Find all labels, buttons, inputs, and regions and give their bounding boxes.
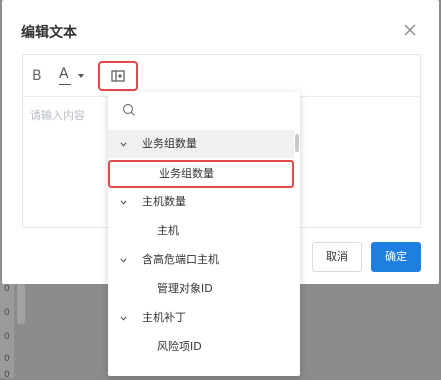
bold-button[interactable]: B [32, 68, 42, 84]
background-side-strip: 0 0 0 0 0 [0, 282, 14, 380]
dropdown-item-label: 管理对象ID [157, 282, 213, 295]
font-color-label: A [59, 66, 69, 82]
search-icon [122, 103, 135, 116]
side-number: 0 [4, 354, 10, 364]
insert-variable-button[interactable] [98, 61, 138, 91]
dropdown-group[interactable]: 主机补丁 [108, 304, 294, 332]
side-number: 0 [4, 332, 10, 342]
close-icon[interactable] [402, 22, 418, 38]
dropdown-item-label: 主机补丁 [142, 311, 186, 324]
background-scrollbar [17, 284, 25, 324]
dropdown-option[interactable]: 风险项ID [108, 333, 294, 361]
editor-placeholder: 请输入内容 [30, 109, 85, 122]
side-number: 0 [4, 284, 10, 294]
dialog-title: 编辑文本 [21, 25, 77, 41]
chevron-down-icon[interactable] [120, 141, 127, 148]
dropdown-option[interactable]: 管理对象ID [108, 275, 294, 303]
dropdown-option[interactable]: 业务组数量 [108, 160, 294, 188]
insert-variable-icon [111, 70, 125, 82]
dropdown-group[interactable]: 含高危端口主机 [108, 246, 294, 274]
chevron-down-icon[interactable] [120, 315, 127, 322]
dropdown-group[interactable]: 业务组数量 [108, 130, 294, 158]
cancel-button[interactable]: 取消 [312, 242, 362, 272]
dropdown-scrollbar[interactable] [295, 134, 299, 152]
side-number: 0 [4, 308, 10, 318]
dropdown-item-label: 业务组数量 [142, 137, 197, 150]
variable-dropdown: 业务组数量 业务组数量 主机数量 主机 含高危端口主机 管理对象ID 主机补丁 风险项ID [108, 92, 300, 376]
dropdown-item-label: 业务组数量 [159, 167, 214, 180]
dropdown-item-label: 主机数量 [142, 195, 186, 208]
dropdown-item-label: 风险项ID [157, 340, 202, 353]
chevron-down-icon[interactable] [120, 199, 127, 206]
dropdown-search[interactable] [108, 92, 300, 128]
chevron-down-icon [78, 74, 84, 78]
chevron-down-icon[interactable] [120, 257, 127, 264]
dropdown-option[interactable]: 主机 [108, 217, 294, 245]
side-number: 0 [4, 370, 10, 380]
font-color-underline [59, 84, 71, 85]
confirm-button[interactable]: 确定 [371, 242, 421, 272]
dropdown-item-label: 含高危端口主机 [142, 253, 219, 266]
dropdown-group[interactable]: 主机数量 [108, 188, 294, 216]
font-color-button[interactable]: A [59, 66, 91, 86]
editor-toolbar: B A [23, 55, 420, 97]
dropdown-item-label: 主机 [157, 224, 179, 237]
